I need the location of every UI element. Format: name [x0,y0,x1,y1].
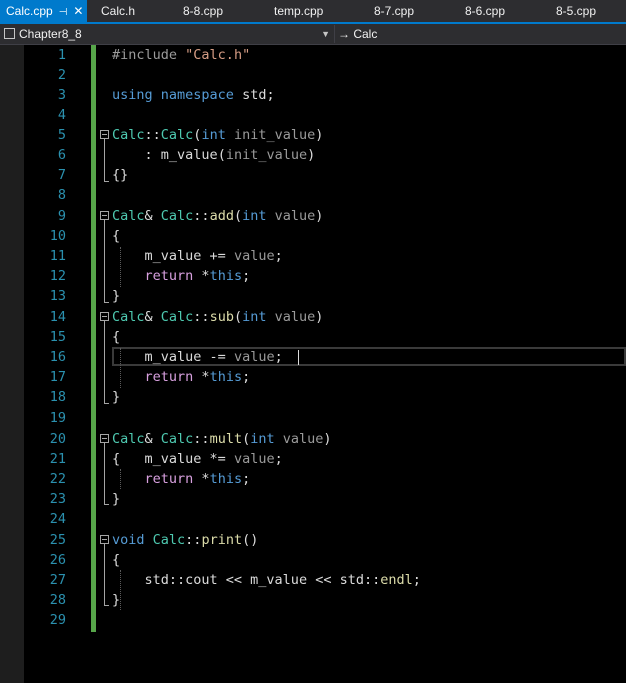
code-line[interactable]: 21{ m_value *= value; [0,449,626,469]
code-line[interactable]: 17 return *this; [0,367,626,387]
line-number: 26 [49,552,66,568]
line-number: 5 [57,127,66,143]
tab-temp-cpp[interactable]: temp.cpp [274,0,323,22]
tab-label: 8-6.cpp [465,4,506,18]
code-line[interactable]: 28} [0,590,626,610]
tab-8-6-cpp[interactable]: 8-6.cpp [465,0,505,22]
line-number: 1 [57,47,66,63]
code-line[interactable]: 4 [0,105,626,125]
code-line[interactable]: 14 Calc& Calc::sub(int value) [0,307,626,327]
line-number: 11 [49,248,66,264]
navigation-bar: Chapter8_8 ▼ → Calc [0,24,626,45]
line-number: 12 [49,268,66,284]
code-line[interactable]: 26{ [0,550,626,570]
tab-label: 8-5.cpp [556,4,597,18]
line-number: 25 [49,532,66,548]
line-number: 2 [57,67,66,83]
line-number: 15 [49,329,66,345]
code-line[interactable]: 15{ [0,327,626,347]
code-line[interactable]: 16 m_value -= value; [0,347,626,367]
tab-label: Calc.h [101,4,136,18]
project-name: Chapter8_8 [19,27,82,41]
line-number: 7 [57,167,66,183]
line-number: 6 [57,147,66,163]
scope-name: Calc [353,27,378,41]
code-line[interactable]: 25 void Calc::print() [0,530,626,550]
line-number: 20 [49,431,66,447]
line-number: 14 [49,309,66,325]
line-number: 13 [49,288,66,304]
code-line[interactable]: 12 return *this; [0,266,626,286]
tab-label: 8-8.cpp [183,4,224,18]
line-number: 22 [49,471,66,487]
line-number: 16 [49,349,66,365]
tab-calc-cpp[interactable]: Calc.cpp ⊣ ✕ [0,0,87,22]
line-number: 23 [49,491,66,507]
project-dropdown[interactable]: Chapter8_8 ▼ [4,25,335,43]
code-line[interactable]: 1 #include "Calc.h" [0,45,626,65]
code-editor[interactable]: 1 #include "Calc.h" 2 3 using namespace st… [0,45,626,683]
code-line[interactable]: 5 Calc::Calc(int init_value) [0,125,626,145]
tab-8-8-cpp[interactable]: 8-8.cpp [183,0,223,22]
code-line[interactable]: 13} [0,286,626,306]
tab-calc-h[interactable]: Calc.h [101,0,135,22]
line-number: 10 [49,228,66,244]
code-line[interactable]: 7{} [0,165,626,185]
code-line[interactable]: 29 [0,610,626,630]
code-line[interactable]: 6 : m_value(init_value) [0,145,626,165]
scope-dropdown[interactable]: → Calc [338,25,626,43]
code-line[interactable]: 19 [0,408,626,428]
code-line[interactable]: 18} [0,387,626,407]
arrow-right-icon: → [338,27,350,41]
code-line[interactable]: 22 return *this; [0,469,626,489]
line-number: 17 [49,369,66,385]
code-line[interactable]: 8 [0,185,626,205]
tab-8-5-cpp[interactable]: 8-5.cpp [556,0,596,22]
line-number: 19 [49,410,66,426]
code-line[interactable]: 20 Calc& Calc::mult(int value) [0,429,626,449]
tab-label: Calc.cpp [6,4,53,18]
chevron-down-icon: ▼ [321,29,330,39]
document-tab-bar: Calc.cpp ⊣ ✕ Calc.h 8-8.cpp temp.cpp 8-7.c… [0,0,626,22]
code-line[interactable]: 3 using namespace std; [0,85,626,105]
project-icon [4,28,15,40]
code-line[interactable]: 23} [0,489,626,509]
line-number: 27 [49,572,66,588]
line-number: 21 [49,451,66,467]
line-number: 8 [57,187,66,203]
tab-label: 8-7.cpp [374,4,415,18]
text-caret [298,350,299,365]
line-number: 29 [49,612,66,628]
code-line[interactable]: 10{ [0,226,626,246]
code-line[interactable]: 9 Calc& Calc::add(int value) [0,206,626,226]
close-icon[interactable]: ✕ [73,4,83,18]
line-number: 9 [57,208,66,224]
tab-label: temp.cpp [274,4,324,18]
line-number: 4 [57,107,66,123]
pin-icon[interactable]: ⊣ [59,7,68,18]
code-line[interactable]: 27 std::cout << m_value << std::endl; [0,570,626,590]
code-line[interactable]: 24 [0,509,626,529]
line-number: 24 [49,511,66,527]
code-line[interactable]: 2 [0,65,626,85]
line-number: 28 [49,592,66,608]
line-number: 3 [57,87,66,103]
line-number: 18 [49,389,66,405]
tab-8-7-cpp[interactable]: 8-7.cpp [374,0,414,22]
code-line[interactable]: 11 m_value += value; [0,246,626,266]
